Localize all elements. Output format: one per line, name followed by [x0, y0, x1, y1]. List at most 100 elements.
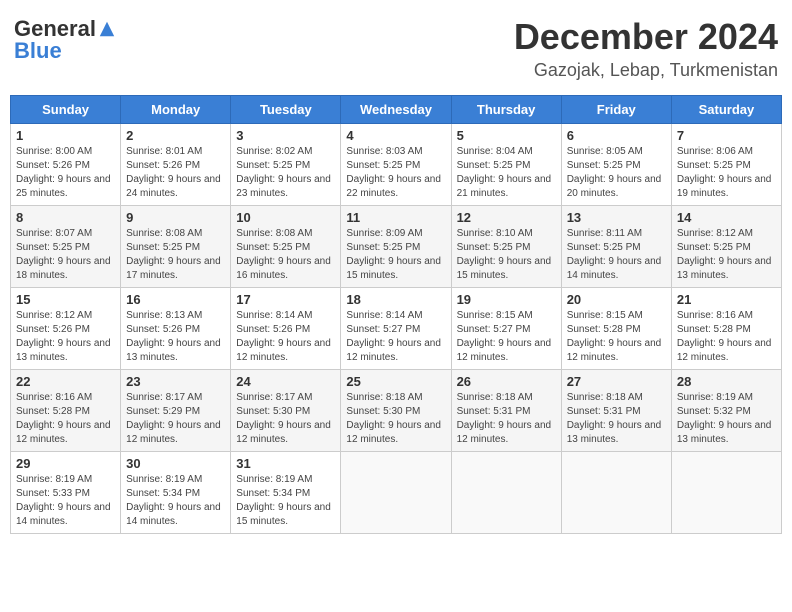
day-info: Sunrise: 8:08 AMSunset: 5:25 PMDaylight:…	[126, 227, 225, 283]
calendar-cell: 7 Sunrise: 8:06 AMSunset: 5:25 PMDaylight…	[671, 124, 781, 206]
calendar-cell: 12 Sunrise: 8:10 AMSunset: 5:25 PMDayligh…	[451, 206, 561, 288]
day-info: Sunrise: 8:15 AMSunset: 5:27 PMDaylight:…	[457, 309, 556, 365]
day-header-friday: Friday	[561, 96, 671, 124]
day-info: Sunrise: 8:18 AMSunset: 5:31 PMDaylight:…	[567, 391, 666, 447]
calendar-cell: 20 Sunrise: 8:15 AMSunset: 5:28 PMDayligh…	[561, 288, 671, 370]
calendar-cell: 18 Sunrise: 8:14 AMSunset: 5:27 PMDayligh…	[341, 288, 451, 370]
calendar-cell: 17 Sunrise: 8:14 AMSunset: 5:26 PMDayligh…	[231, 288, 341, 370]
day-number: 31	[236, 456, 335, 471]
day-number: 15	[16, 292, 115, 307]
day-info: Sunrise: 8:00 AMSunset: 5:26 PMDaylight:…	[16, 145, 115, 201]
calendar-cell: 19 Sunrise: 8:15 AMSunset: 5:27 PMDayligh…	[451, 288, 561, 370]
day-number: 8	[16, 210, 115, 225]
day-info: Sunrise: 8:19 AMSunset: 5:33 PMDaylight:…	[16, 473, 115, 529]
day-number: 12	[457, 210, 556, 225]
month-title: December 2024	[514, 16, 778, 58]
day-header-thursday: Thursday	[451, 96, 561, 124]
day-number: 17	[236, 292, 335, 307]
logo-blue-text: Blue	[14, 38, 62, 64]
day-info: Sunrise: 8:06 AMSunset: 5:25 PMDaylight:…	[677, 145, 776, 201]
calendar-cell: 4Sunrise: 8:03 AMSunset: 5:25 PMDaylight…	[341, 124, 451, 206]
calendar-cell: 24 Sunrise: 8:17 AMSunset: 5:30 PMDayligh…	[231, 370, 341, 452]
calendar-cell: 16 Sunrise: 8:13 AMSunset: 5:26 PMDayligh…	[121, 288, 231, 370]
day-info: Sunrise: 8:16 AMSunset: 5:28 PMDaylight:…	[16, 391, 115, 447]
page-header: General Blue December 2024 Gazojak, Leba…	[10, 10, 782, 87]
day-info: Sunrise: 8:15 AMSunset: 5:28 PMDaylight:…	[567, 309, 666, 365]
day-number: 7	[677, 128, 776, 143]
day-info: Sunrise: 8:14 AMSunset: 5:26 PMDaylight:…	[236, 309, 335, 365]
calendar-cell: 6 Sunrise: 8:05 AMSunset: 5:25 PMDaylight…	[561, 124, 671, 206]
day-number: 22	[16, 374, 115, 389]
day-number: 19	[457, 292, 556, 307]
day-number: 9	[126, 210, 225, 225]
logo: General Blue	[14, 16, 116, 64]
day-header-wednesday: Wednesday	[341, 96, 451, 124]
day-number: 26	[457, 374, 556, 389]
day-number: 10	[236, 210, 335, 225]
day-header-saturday: Saturday	[671, 96, 781, 124]
day-number: 25	[346, 374, 445, 389]
day-info: Sunrise: 8:09 AMSunset: 5:25 PMDaylight:…	[346, 227, 445, 283]
day-header-tuesday: Tuesday	[231, 96, 341, 124]
day-info: Sunrise: 8:02 AMSunset: 5:25 PMDaylight:…	[236, 145, 335, 201]
calendar-cell: 26Sunrise: 8:18 AMSunset: 5:31 PMDayligh…	[451, 370, 561, 452]
day-number: 13	[567, 210, 666, 225]
day-number: 16	[126, 292, 225, 307]
day-number: 11	[346, 210, 445, 225]
day-number: 2	[126, 128, 225, 143]
calendar-cell: 31Sunrise: 8:19 AMSunset: 5:34 PMDayligh…	[231, 452, 341, 534]
day-info: Sunrise: 8:03 AMSunset: 5:25 PMDaylight:…	[346, 145, 445, 201]
calendar-cell: 13 Sunrise: 8:11 AMSunset: 5:25 PMDayligh…	[561, 206, 671, 288]
calendar-cell	[451, 452, 561, 534]
day-number: 6	[567, 128, 666, 143]
day-number: 1	[16, 128, 115, 143]
day-number: 30	[126, 456, 225, 471]
day-number: 14	[677, 210, 776, 225]
calendar-cell: 8Sunrise: 8:07 AMSunset: 5:25 PMDaylight…	[11, 206, 121, 288]
day-number: 3	[236, 128, 335, 143]
day-number: 24	[236, 374, 335, 389]
day-header-monday: Monday	[121, 96, 231, 124]
calendar-cell: 25 Sunrise: 8:18 AMSunset: 5:30 PMDayligh…	[341, 370, 451, 452]
logo-icon	[98, 20, 116, 38]
day-number: 18	[346, 292, 445, 307]
calendar-week-row: 8Sunrise: 8:07 AMSunset: 5:25 PMDaylight…	[11, 206, 782, 288]
calendar-table: SundayMondayTuesdayWednesdayThursdayFrid…	[10, 95, 782, 534]
calendar-week-row: 22 Sunrise: 8:16 AMSunset: 5:28 PMDayligh…	[11, 370, 782, 452]
title-section: December 2024 Gazojak, Lebap, Turkmenist…	[514, 16, 778, 81]
day-info: Sunrise: 8:12 AMSunset: 5:26 PMDaylight:…	[16, 309, 115, 365]
day-info: Sunrise: 8:12 AMSunset: 5:25 PMDaylight:…	[677, 227, 776, 283]
calendar-cell: 3 Sunrise: 8:02 AMSunset: 5:25 PMDaylight…	[231, 124, 341, 206]
calendar-header-row: SundayMondayTuesdayWednesdayThursdayFrid…	[11, 96, 782, 124]
day-info: Sunrise: 8:10 AMSunset: 5:25 PMDaylight:…	[457, 227, 556, 283]
day-info: Sunrise: 8:19 AMSunset: 5:32 PMDaylight:…	[677, 391, 776, 447]
day-number: 27	[567, 374, 666, 389]
day-number: 20	[567, 292, 666, 307]
day-header-sunday: Sunday	[11, 96, 121, 124]
day-info: Sunrise: 8:11 AMSunset: 5:25 PMDaylight:…	[567, 227, 666, 283]
calendar-cell: 9 Sunrise: 8:08 AMSunset: 5:25 PMDaylight…	[121, 206, 231, 288]
calendar-cell: 22 Sunrise: 8:16 AMSunset: 5:28 PMDayligh…	[11, 370, 121, 452]
calendar-cell: 11 Sunrise: 8:09 AMSunset: 5:25 PMDayligh…	[341, 206, 451, 288]
calendar-week-row: 15 Sunrise: 8:12 AMSunset: 5:26 PMDayligh…	[11, 288, 782, 370]
day-info: Sunrise: 8:16 AMSunset: 5:28 PMDaylight:…	[677, 309, 776, 365]
day-info: Sunrise: 8:19 AMSunset: 5:34 PMDaylight:…	[126, 473, 225, 529]
day-info: Sunrise: 8:14 AMSunset: 5:27 PMDaylight:…	[346, 309, 445, 365]
location-subtitle: Gazojak, Lebap, Turkmenistan	[514, 60, 778, 81]
calendar-week-row: 1 Sunrise: 8:00 AMSunset: 5:26 PMDaylight…	[11, 124, 782, 206]
day-info: Sunrise: 8:18 AMSunset: 5:30 PMDaylight:…	[346, 391, 445, 447]
calendar-week-row: 29Sunrise: 8:19 AMSunset: 5:33 PMDayligh…	[11, 452, 782, 534]
day-info: Sunrise: 8:04 AMSunset: 5:25 PMDaylight:…	[457, 145, 556, 201]
day-number: 5	[457, 128, 556, 143]
day-info: Sunrise: 8:17 AMSunset: 5:29 PMDaylight:…	[126, 391, 225, 447]
day-info: Sunrise: 8:05 AMSunset: 5:25 PMDaylight:…	[567, 145, 666, 201]
day-info: Sunrise: 8:13 AMSunset: 5:26 PMDaylight:…	[126, 309, 225, 365]
day-info: Sunrise: 8:08 AMSunset: 5:25 PMDaylight:…	[236, 227, 335, 283]
calendar-cell: 1 Sunrise: 8:00 AMSunset: 5:26 PMDaylight…	[11, 124, 121, 206]
calendar-cell: 5 Sunrise: 8:04 AMSunset: 5:25 PMDaylight…	[451, 124, 561, 206]
day-info: Sunrise: 8:17 AMSunset: 5:30 PMDaylight:…	[236, 391, 335, 447]
day-number: 23	[126, 374, 225, 389]
day-info: Sunrise: 8:01 AMSunset: 5:26 PMDaylight:…	[126, 145, 225, 201]
calendar-cell: 2 Sunrise: 8:01 AMSunset: 5:26 PMDaylight…	[121, 124, 231, 206]
calendar-cell	[671, 452, 781, 534]
